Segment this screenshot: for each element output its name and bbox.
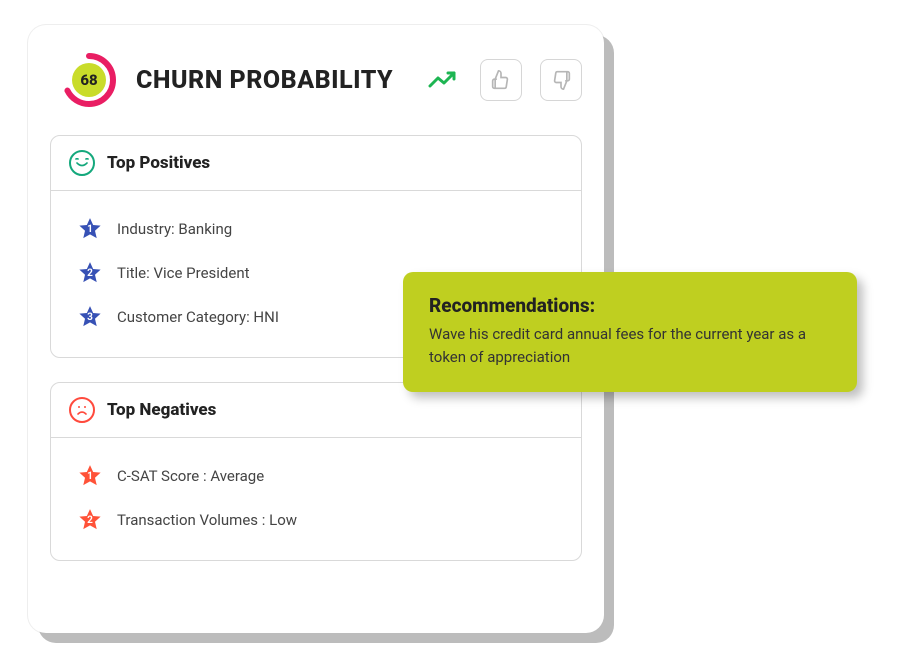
negatives-list: 1 C-SAT Score : Average 2 Transaction Vo…: [51, 438, 581, 560]
smile-icon: [69, 150, 95, 176]
score-gauge: 68: [60, 51, 118, 109]
list-item: 1 Industry: Banking: [77, 207, 563, 251]
star-icon: 2: [77, 260, 103, 286]
star-icon: 1: [77, 216, 103, 242]
positives-title: Top Positives: [107, 153, 210, 173]
thumbs-up-button[interactable]: [480, 59, 522, 101]
star-icon: 2: [77, 507, 103, 533]
star-number: 2: [87, 268, 93, 279]
recommendations-title: Recommendations:: [429, 294, 831, 317]
frown-icon: [69, 397, 95, 423]
recommendations-body: Wave his credit card annual fees for the…: [429, 323, 831, 368]
item-text: Title: Vice President: [117, 264, 250, 282]
card-title: CHURN PROBABILITY: [136, 66, 410, 95]
star-number: 3: [87, 312, 93, 323]
star-number: 1: [87, 471, 93, 482]
star-number: 2: [87, 515, 93, 526]
trend-up-icon: [428, 70, 458, 90]
thumbs-up-icon: [491, 70, 511, 90]
list-item: 1 C-SAT Score : Average: [77, 454, 563, 498]
thumbs-down-icon: [551, 70, 571, 90]
item-text: Customer Category: HNI: [117, 308, 279, 326]
thumbs-down-button[interactable]: [540, 59, 582, 101]
recommendations-callout: Recommendations: Wave his credit card an…: [403, 272, 857, 392]
star-icon: 3: [77, 304, 103, 330]
star-icon: 1: [77, 463, 103, 489]
positives-header: Top Positives: [51, 136, 581, 191]
item-text: Industry: Banking: [117, 220, 232, 238]
list-item: 2 Transaction Volumes : Low: [77, 498, 563, 542]
negatives-title: Top Negatives: [107, 400, 216, 420]
card-header: 68 CHURN PROBABILITY: [50, 51, 582, 109]
star-number: 1: [87, 224, 93, 235]
negatives-section: Top Negatives 1 C-SAT Score : Average 2 …: [50, 382, 582, 561]
score-value: 68: [72, 63, 106, 97]
item-text: Transaction Volumes : Low: [117, 511, 297, 529]
item-text: C-SAT Score : Average: [117, 467, 264, 485]
